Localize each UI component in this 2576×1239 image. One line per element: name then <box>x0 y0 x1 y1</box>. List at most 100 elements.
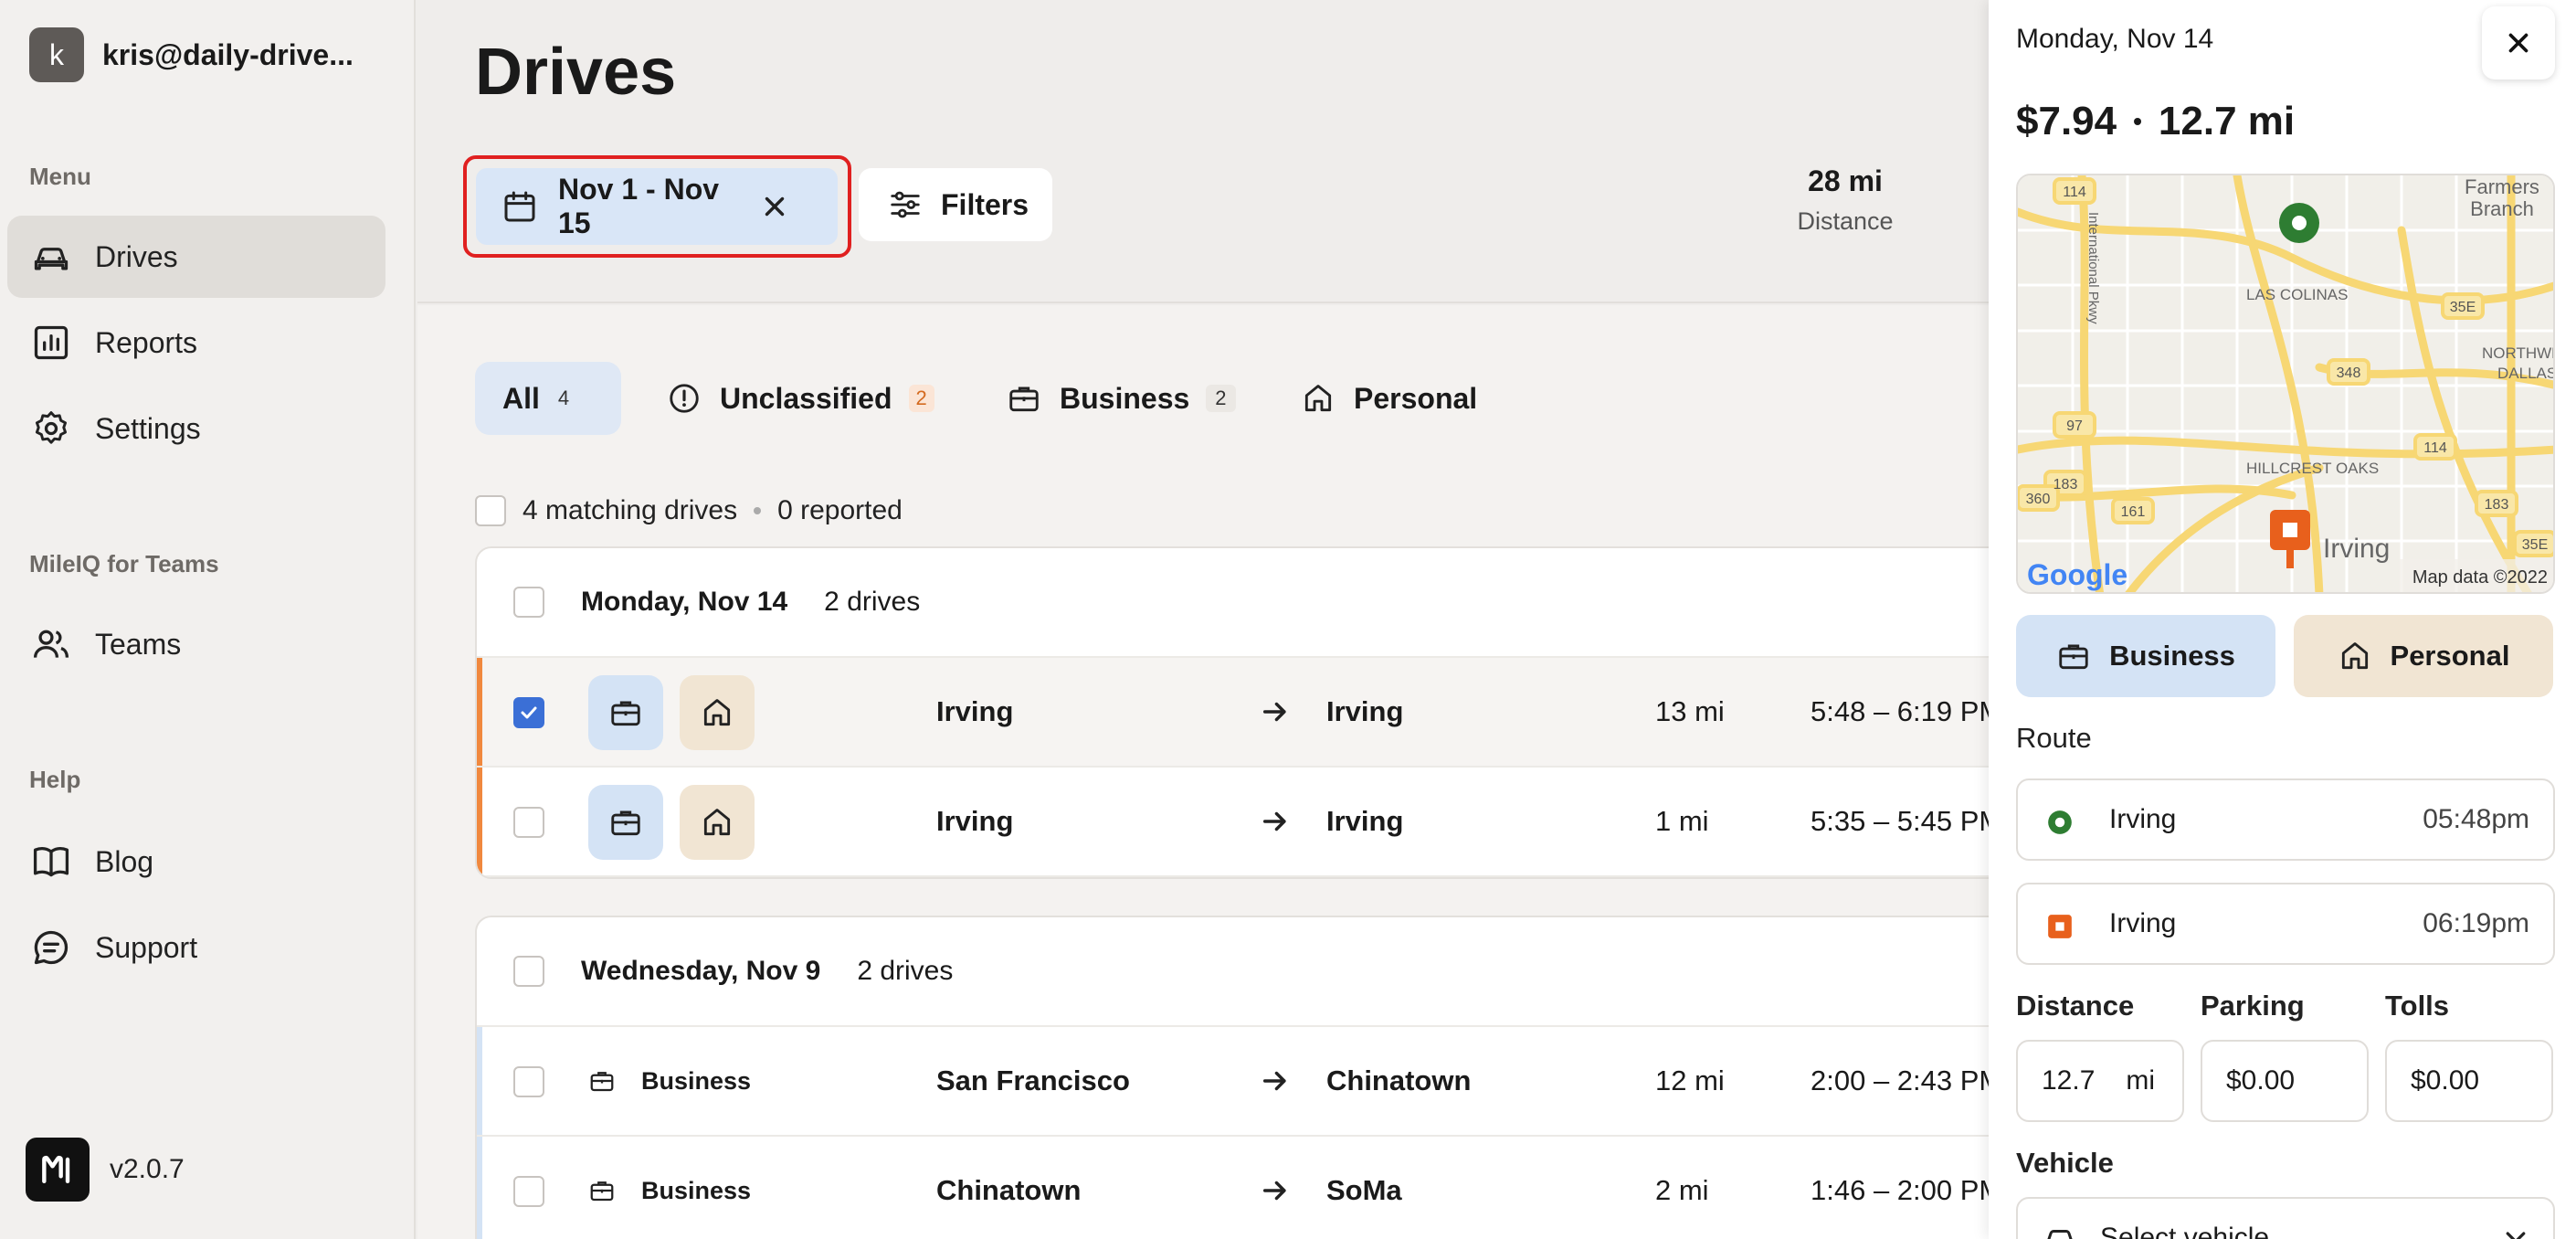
tab-label: Personal <box>1354 381 1478 415</box>
route-heading: Route <box>2016 722 2092 754</box>
row-checkbox[interactable] <box>513 1066 544 1097</box>
sidebar-item-label: Settings <box>95 411 201 445</box>
app-version: v2.0.7 <box>26 1138 185 1202</box>
road-badge: 348 <box>2337 365 2361 381</box>
car-icon <box>2047 1230 2073 1239</box>
classify-business-button[interactable]: Business <box>2016 615 2275 697</box>
classify-personal-button[interactable]: Personal <box>2294 615 2553 697</box>
parking-heading: Parking <box>2201 990 2305 1022</box>
date-range-label: Nov 1 - Nov 15 <box>558 173 720 239</box>
home-icon <box>2341 642 2368 670</box>
tab-label: Business <box>1060 381 1190 415</box>
classification-label: Business <box>641 1066 752 1095</box>
tab-personal[interactable]: Personal <box>1301 362 1477 435</box>
route-end[interactable]: Irving 06:19pm <box>2016 883 2555 965</box>
tab-count: 2 <box>1206 385 1236 412</box>
parking-field[interactable]: $0.00 <box>2201 1040 2369 1122</box>
close-icon <box>2508 33 2528 53</box>
drive-group: Monday, Nov 14 2 drives Irving Irving 13… <box>475 546 2064 879</box>
tab-business[interactable]: Business 2 <box>1007 362 1236 435</box>
sidebar-item-drives[interactable]: Drives <box>7 216 385 298</box>
help-section-label: Help <box>29 766 81 793</box>
drive-time: 5:48 – 6:19 PM <box>1811 695 2003 727</box>
alert-circle-icon <box>670 384 699 413</box>
filters-button[interactable]: Filters <box>859 168 1052 241</box>
tab-count: 2 <box>908 385 934 412</box>
classify-business-button[interactable] <box>588 785 663 860</box>
arrow-right-icon <box>1262 1181 1286 1201</box>
mileiq-logo <box>26 1138 90 1202</box>
map-label: Branch <box>2470 197 2534 220</box>
map-canvas: 114 35E 348 97 114 183 360 161 183 35E F… <box>2018 175 2555 592</box>
road-badge: 183 <box>2485 497 2509 513</box>
table-row[interactable]: Business San Francisco Chinatown 12 mi 2… <box>477 1027 2063 1137</box>
distance-stat-label: Distance <box>1797 207 1894 235</box>
map-label: Irving <box>2323 534 2390 564</box>
page-title: Drives <box>475 36 677 109</box>
row-checkbox[interactable] <box>513 697 544 728</box>
tab-label: All <box>502 381 540 415</box>
row-checkbox[interactable] <box>513 807 544 838</box>
sidebar-item-blog[interactable]: Blog <box>7 821 385 903</box>
sidebar-item-support[interactable]: Support <box>7 906 385 989</box>
group-header: Monday, Nov 14 2 drives <box>477 548 2063 658</box>
distance-field[interactable]: 12.7 mi <box>2016 1040 2184 1122</box>
group-date: Wednesday, Nov 9 <box>581 956 821 986</box>
sidebar-item-teams[interactable]: Teams <box>7 603 385 685</box>
close-panel-button[interactable] <box>2482 6 2555 79</box>
drive-time: 1:46 – 2:00 PM <box>1811 1174 2003 1206</box>
vehicle-select[interactable]: Select vehicle <box>2016 1197 2555 1239</box>
drive-from: Irving <box>936 695 1014 727</box>
table-row[interactable]: Irving Irving 13 mi 5:48 – 6:19 PM <box>477 658 2063 768</box>
road-badge: 183 <box>2053 477 2078 492</box>
tab-all[interactable]: All 4 <box>475 362 621 435</box>
reported-count: 0 reported <box>777 495 903 525</box>
classify-personal-button[interactable] <box>680 785 755 860</box>
sidebar-item-reports[interactable]: Reports <box>7 302 385 384</box>
vehicle-heading: Vehicle <box>2016 1147 2114 1179</box>
end-square-icon <box>2048 915 2072 938</box>
start-dot-icon <box>2048 810 2072 834</box>
group-count: 2 drives <box>857 956 954 986</box>
account-switcher[interactable]: k kris@daily-drive... <box>29 27 444 82</box>
table-row[interactable]: Business Chinatown SoMa 2 mi 1:46 – 2:00… <box>477 1137 2063 1239</box>
car-icon <box>34 248 69 270</box>
unclassified-indicator <box>477 658 482 766</box>
table-row[interactable]: Irving Irving 1 mi 5:35 – 5:45 PM <box>477 768 2063 877</box>
classify-business-button[interactable] <box>588 675 663 750</box>
teams-section-label: MileIQ for Teams <box>29 550 219 577</box>
route-map[interactable]: 114 35E 348 97 114 183 360 161 183 35E F… <box>2016 174 2555 594</box>
map-label: International Pkwy <box>2085 212 2101 324</box>
drive-summary: $7.94 • 12.7 mi <box>2016 99 2295 144</box>
route-start[interactable]: Irving 05:48pm <box>2016 778 2555 861</box>
sliders-icon <box>891 191 920 218</box>
drive-to: Irving <box>1326 805 1404 837</box>
close-icon[interactable] <box>759 191 790 222</box>
sidebar-item-settings[interactable]: Settings <box>7 387 385 470</box>
chat-icon <box>34 930 69 965</box>
group-header: Wednesday, Nov 9 2 drives <box>477 917 2063 1027</box>
distance-stat: 28 mi Distance <box>1763 164 1927 236</box>
drive-value: $7.94 <box>2016 99 2117 143</box>
date-range-filter[interactable]: Nov 1 - Nov 15 <box>476 168 838 245</box>
arrow-right-icon <box>1262 811 1286 831</box>
select-all-checkbox[interactable] <box>475 495 506 526</box>
classify-personal-button[interactable] <box>680 675 755 750</box>
distance-stat-value: 28 mi <box>1808 164 1883 197</box>
group-checkbox[interactable] <box>513 587 544 618</box>
distance-unit: mi <box>2126 1065 2156 1096</box>
sidebar-item-label: Support <box>95 930 198 964</box>
row-checkbox[interactable] <box>513 1176 544 1207</box>
map-label: NORTHWEST <box>2482 344 2555 362</box>
drive-distance: 12 mi <box>1655 1064 1725 1096</box>
chevron-down-icon <box>2506 1232 2526 1239</box>
avatar: k <box>29 27 84 82</box>
group-checkbox[interactable] <box>513 956 544 987</box>
stop-name: Irving <box>2109 908 2177 938</box>
tab-unclassified[interactable]: Unclassified 2 <box>667 362 934 435</box>
separator-dot <box>754 507 762 514</box>
drive-time: 5:35 – 5:45 PM <box>1811 805 2003 837</box>
group-date: Monday, Nov 14 <box>581 587 788 617</box>
tolls-field[interactable]: $0.00 <box>2385 1040 2553 1122</box>
road-badge: 114 <box>2423 440 2447 456</box>
